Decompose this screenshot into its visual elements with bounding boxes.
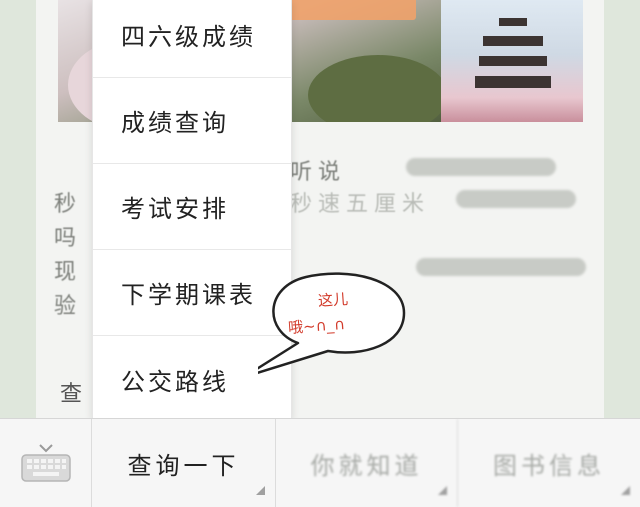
tab-query[interactable]: 查询一下 (92, 419, 276, 507)
menu-item-label: 考试安排 (121, 195, 229, 223)
green-tree (308, 55, 448, 122)
article-text-fragment: 秒速五厘米 (290, 192, 431, 217)
bottom-menu-bar: 查询一下 你就知道 图书信息 (0, 418, 640, 507)
submenu-corner-icon (438, 486, 447, 495)
tab-you-know[interactable]: 你就知道 (276, 419, 458, 507)
tab-library-info[interactable]: 图书信息 (458, 419, 640, 507)
keyboard-toggle-button[interactable] (0, 419, 92, 507)
submenu-corner-icon (256, 486, 265, 495)
annotation-text-smile: 哦~∩_∩ (287, 315, 346, 337)
menu-item-cet-scores[interactable]: 四六级成绩 (93, 0, 291, 78)
annotation-speech-bubble: 这儿 哦~∩_∩ (258, 265, 408, 374)
pagoda-tier (475, 76, 551, 88)
menu-item-label: 下学期课表 (121, 281, 256, 309)
article-text-fragment: 现 (54, 260, 83, 285)
pagoda-top (499, 18, 527, 26)
blurred-text-line (416, 258, 586, 276)
pagoda-tier (483, 36, 543, 46)
tab-label: 查询一下 (127, 451, 240, 480)
blurred-text-line (456, 190, 576, 208)
blurred-text-line (406, 158, 556, 176)
keyboard-icon (20, 444, 71, 482)
article-text-fragment: 吗 (54, 226, 83, 251)
tab-label: 你就知道 (310, 451, 423, 480)
menu-item-label: 公交路线 (121, 367, 229, 396)
pagoda-tier (479, 56, 547, 66)
submenu-corner-icon (621, 486, 630, 495)
article-text-fragment: 查 (60, 382, 83, 407)
article-text-fragment: 验 (54, 294, 83, 319)
tab-label: 图书信息 (493, 451, 605, 480)
annotation-text-here: 这儿 (317, 289, 349, 311)
menu-item-exam-schedule[interactable]: 考试安排 (93, 164, 291, 250)
menu-item-grade-query[interactable]: 成绩查询 (93, 78, 291, 164)
article-text-fragment: 秒 (54, 192, 83, 217)
menu-item-label: 四六级成绩 (121, 23, 256, 51)
article-text-fragment: 听说 (290, 160, 347, 185)
article-photo-right (441, 0, 583, 122)
menu-item-label: 成绩查询 (121, 109, 229, 137)
